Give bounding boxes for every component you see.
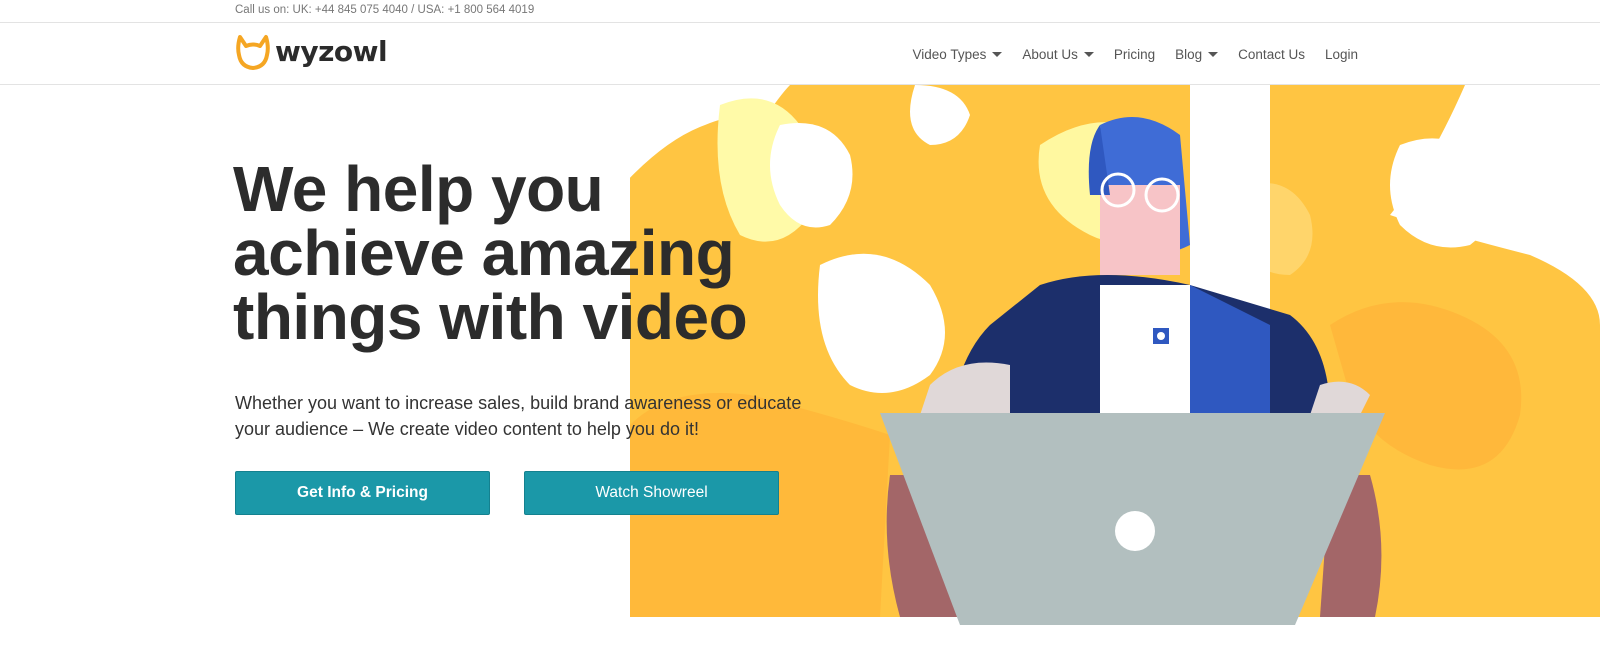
nav-item-blog[interactable]: Blog <box>1175 46 1219 62</box>
caret-down-icon <box>1083 51 1094 57</box>
site-header: wyzowl Video Types About Us Pricing Blog… <box>0 23 1600 85</box>
hero-heading-line: things with video <box>233 281 748 353</box>
nav-item-about-us[interactable]: About Us <box>1022 47 1094 62</box>
hero-heading-line: achieve amazing <box>233 217 735 289</box>
cat-face-icon <box>236 35 270 70</box>
nav-item-label: Blog <box>1175 46 1203 62</box>
nav-item-pricing[interactable]: Pricing <box>1114 47 1155 62</box>
caret-down-icon <box>1208 51 1219 57</box>
contact-phone-text: Call us on: UK: +44 845 075 4040 / USA: … <box>235 4 535 16</box>
logo-wordmark: wyzowl <box>275 35 388 68</box>
nav-item-contact-us[interactable]: Contact Us <box>1238 47 1305 62</box>
nav-item-label: Login <box>1324 46 1358 62</box>
nav-item-video-types[interactable]: Video Types <box>913 47 1003 62</box>
nav-item-login[interactable]: Login <box>1325 47 1358 62</box>
hero-subtitle-line: your audience – We create video content … <box>235 419 699 439</box>
hero-subtitle-line: Whether you want to increase sales, buil… <box>235 393 802 413</box>
caret-down-icon <box>992 51 1003 57</box>
nav-item-label: Pricing <box>1113 46 1156 62</box>
top-contact-bar: Call us on: UK: +44 845 075 4040 / USA: … <box>0 0 1600 23</box>
nav-item-label: Video Types <box>912 46 987 62</box>
watch-showreel-button[interactable]: Watch Showreel <box>524 471 779 515</box>
get-info-pricing-button[interactable]: Get Info & Pricing <box>235 471 490 515</box>
nav-item-label: About Us <box>1022 46 1078 62</box>
hero-heading: We help you achieve amazing things with … <box>233 157 873 349</box>
hero-heading-line: We help you <box>233 153 604 225</box>
site-logo[interactable]: wyzowl <box>235 33 388 71</box>
main-navigation: Video Types About Us Pricing Blog Contac… <box>893 23 1358 85</box>
nav-item-label: Contact Us <box>1238 46 1305 62</box>
hero-subtitle: Whether you want to increase sales, buil… <box>235 390 855 442</box>
